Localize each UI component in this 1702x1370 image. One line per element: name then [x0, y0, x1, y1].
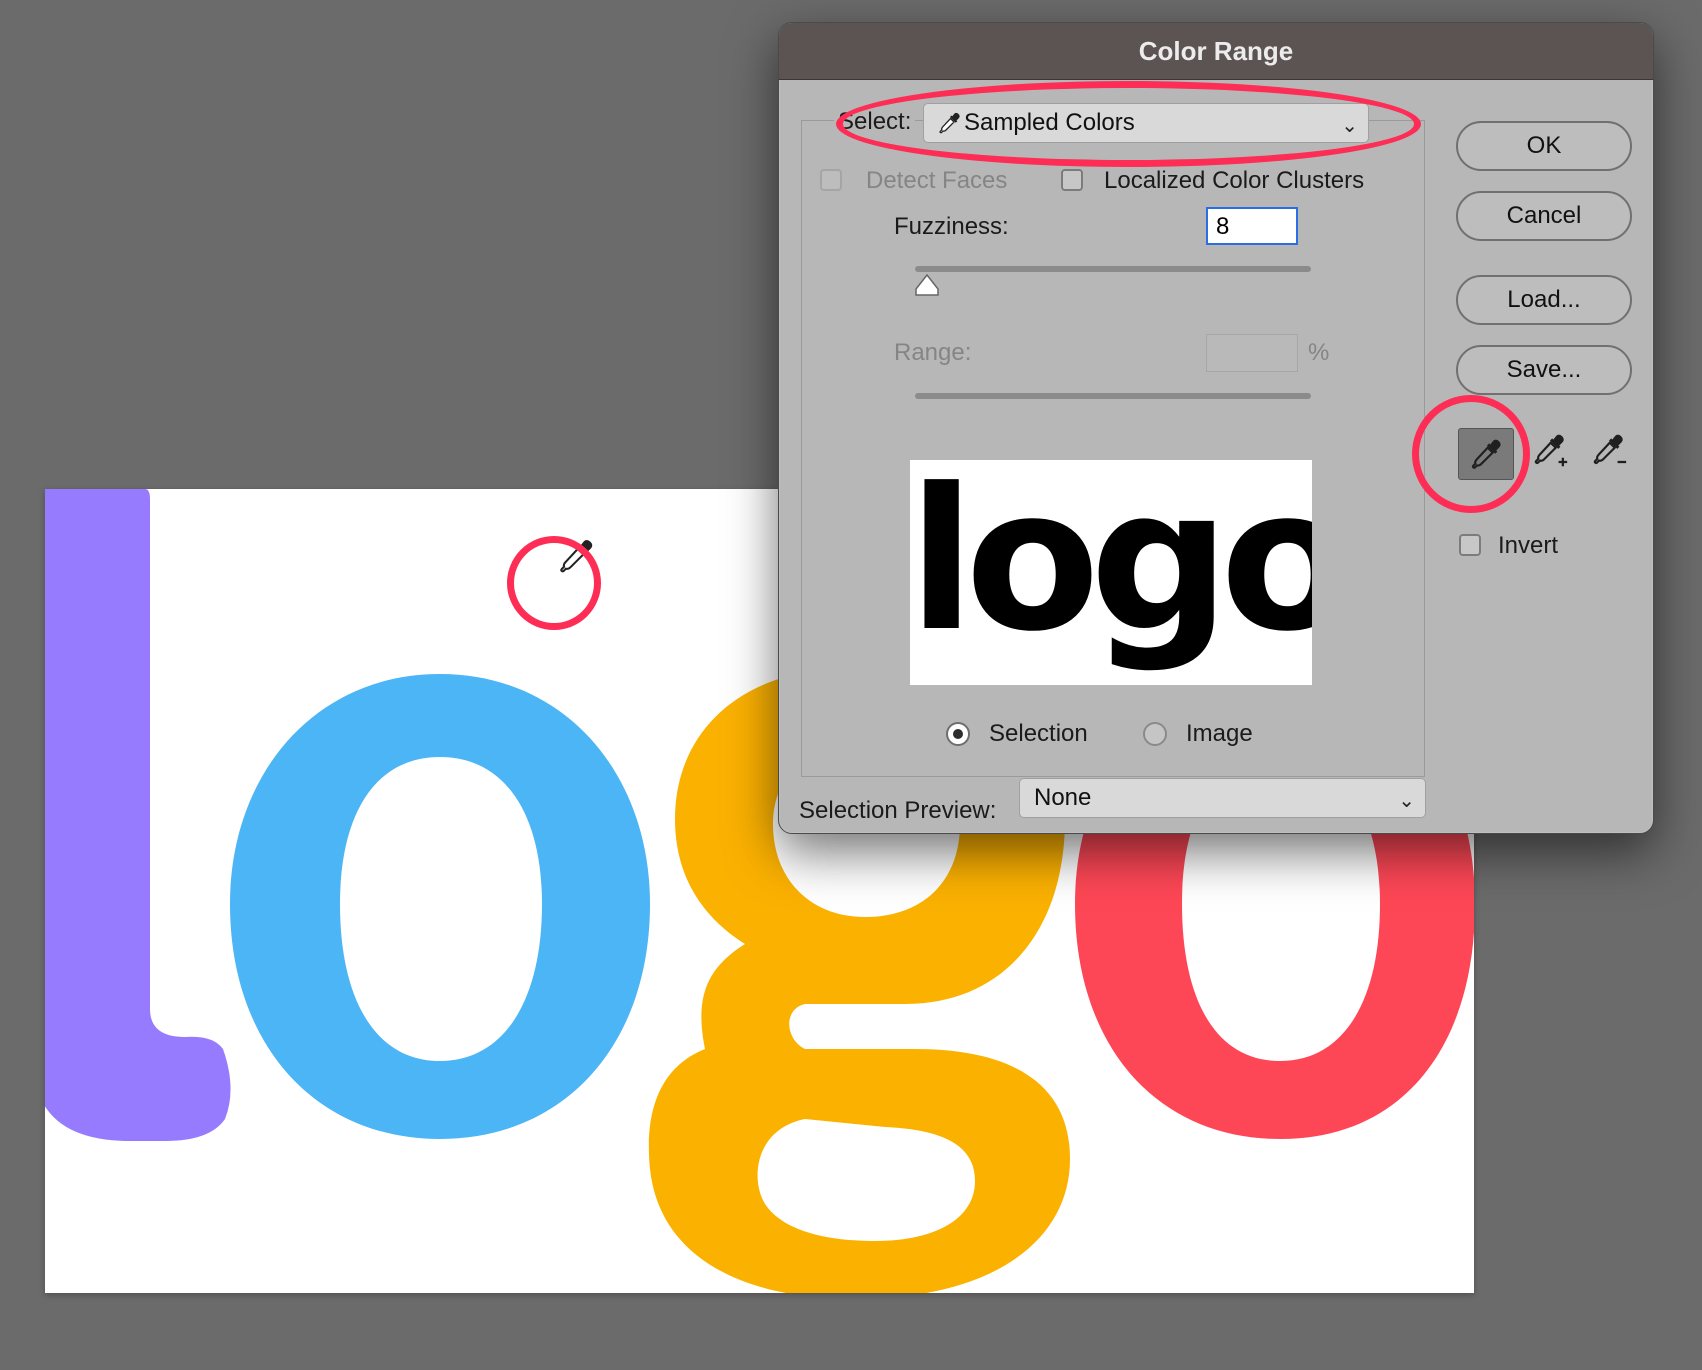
localized-color-clusters-checkbox[interactable] — [1061, 169, 1083, 191]
selection-preview-thumbnail: logo — [910, 460, 1312, 685]
invert-label: Invert — [1498, 532, 1559, 559]
fuzziness-slider-thumb[interactable] — [914, 273, 940, 299]
range-unit: % — [1308, 339, 1330, 366]
ok-button-label: OK — [1526, 132, 1562, 159]
annotation-circle-eyedropper-tool — [1412, 395, 1530, 513]
annotation-ellipse-select-dropdown — [836, 81, 1421, 167]
eyedropper-subtract-icon — [1593, 434, 1627, 465]
range-input — [1206, 334, 1298, 372]
load-button[interactable]: Load... — [1456, 275, 1632, 325]
save-button[interactable]: Save... — [1456, 345, 1632, 395]
chevron-down-icon: ⌄ — [1398, 790, 1415, 812]
eyedropper-add-icon — [1534, 434, 1568, 467]
detect-faces-label: Detect Faces — [866, 167, 1008, 194]
invert-checkbox[interactable] — [1459, 534, 1481, 556]
image-radio-label: Image — [1186, 720, 1253, 747]
fuzziness-input[interactable]: 8 — [1206, 207, 1298, 245]
cancel-button[interactable]: Cancel — [1456, 191, 1632, 241]
preview-logo-text: logo — [910, 460, 1312, 675]
eyedropper-subtract-tool-button[interactable] — [1581, 428, 1637, 480]
selection-radio-label: Selection — [989, 720, 1088, 747]
selection-preview-label: Selection Preview: — [799, 797, 997, 824]
fuzziness-slider-track[interactable] — [915, 266, 1311, 272]
load-button-label: Load... — [1507, 286, 1581, 313]
annotation-circle-canvas-cursor — [507, 536, 601, 630]
logo-letter-l — [45, 489, 231, 1141]
selection-radio[interactable] — [946, 722, 970, 746]
localized-color-clusters-label: Localized Color Clusters — [1104, 167, 1365, 194]
selection-preview-value: None — [1034, 784, 1092, 811]
range-slider-track — [915, 393, 1311, 399]
fuzziness-value: 8 — [1216, 213, 1230, 240]
dialog-title: Color Range — [1138, 35, 1294, 66]
range-label: Range: — [894, 339, 972, 366]
image-radio[interactable] — [1143, 722, 1167, 746]
dialog-titlebar[interactable]: Color Range — [779, 23, 1653, 80]
detect-faces-checkbox[interactable] — [820, 169, 842, 191]
preview-mask: logo — [910, 460, 1312, 675]
save-button-label: Save... — [1506, 356, 1582, 383]
cancel-button-label: Cancel — [1506, 202, 1582, 229]
selection-preview-dropdown[interactable]: None ⌄ — [1019, 778, 1426, 818]
eyedropper-add-tool-button[interactable] — [1522, 428, 1578, 480]
ok-button[interactable]: OK — [1456, 121, 1632, 171]
logo-letter-o-blue — [230, 674, 650, 1139]
fuzziness-label: Fuzziness: — [894, 213, 1009, 240]
